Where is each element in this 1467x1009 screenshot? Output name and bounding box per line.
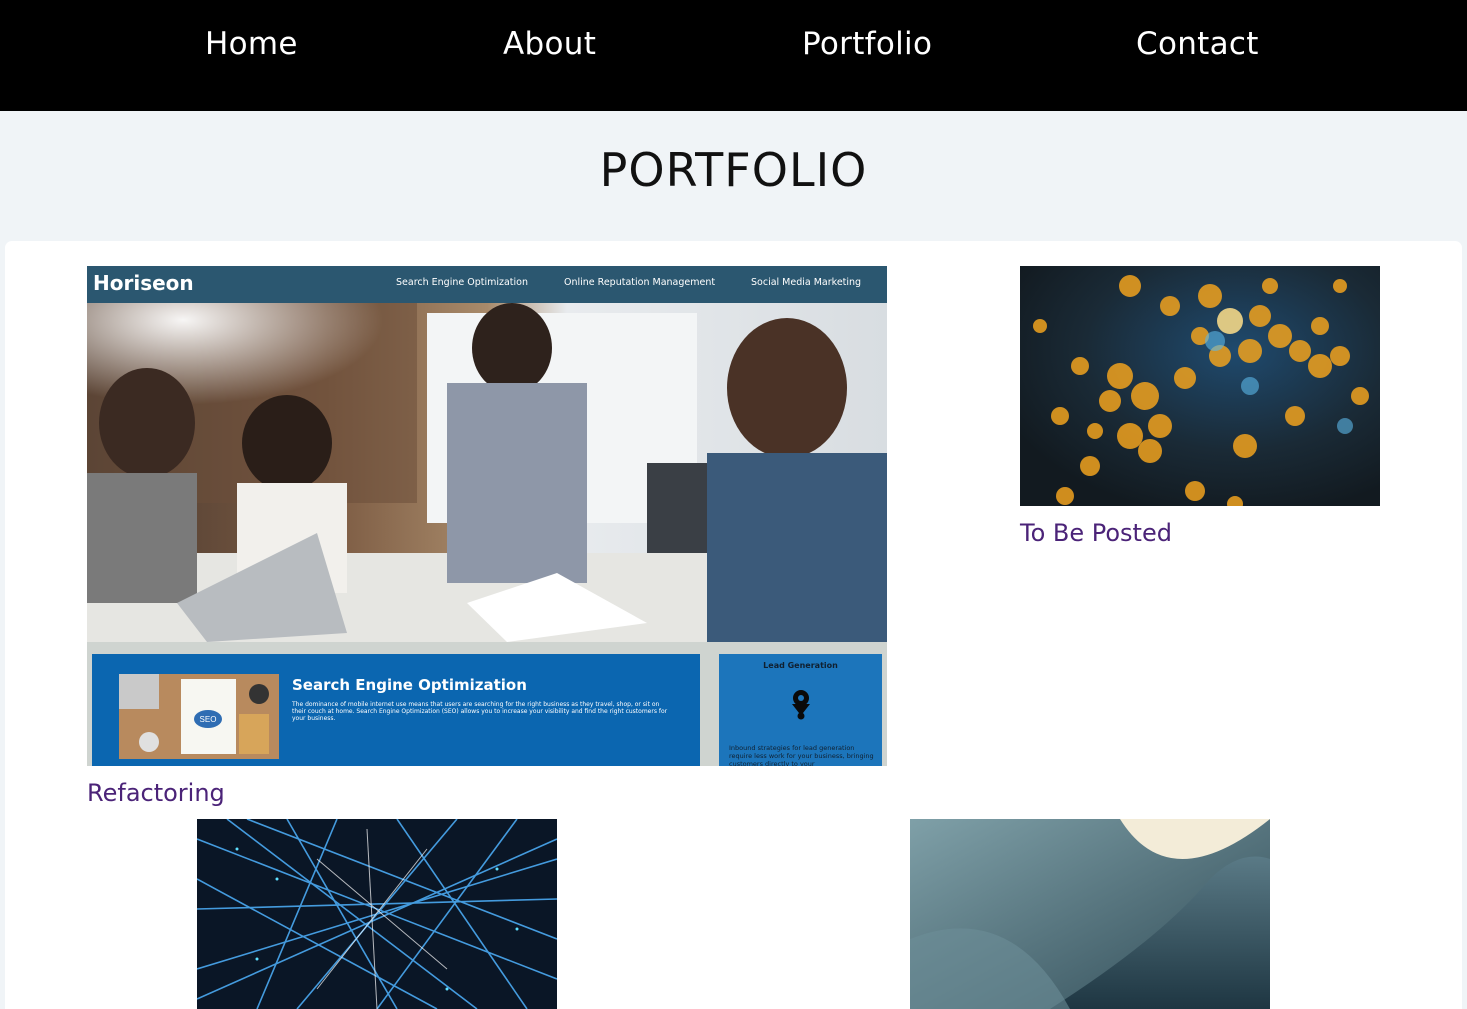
nav-home-link[interactable]: Home <box>205 26 298 62</box>
horiseon-lower-section: SEO Search Engine Optimization The domin… <box>87 642 887 766</box>
horiseon-nav-seo: Search Engine Optimization <box>396 277 529 288</box>
network-project-image[interactable] <box>197 819 557 1009</box>
gear-funnel-icon <box>792 690 810 720</box>
horiseon-header: Horiseon Search Engine Optimization Onli… <box>87 266 887 303</box>
network-lines-image <box>197 819 557 1009</box>
abstract-project-image[interactable] <box>910 819 1270 1009</box>
abstract-curve-image <box>910 819 1270 1009</box>
seo-badge-text: SEO <box>200 715 217 724</box>
top-navbar: Home About Portfolio Contact <box>0 0 1467 111</box>
seo-section-title: Search Engine Optimization <box>292 676 527 694</box>
seo-desk-image: SEO <box>119 674 279 759</box>
nav-contact-link[interactable]: Contact <box>1136 26 1259 62</box>
horiseon-nav-orm: Online Reputation Management <box>564 277 716 288</box>
horiseon-seo-panel: SEO Search Engine Optimization The domin… <box>92 654 700 766</box>
seo-section-text: The dominance of mobile internet use mea… <box>292 701 668 722</box>
nav-portfolio-link[interactable]: Portfolio <box>802 26 932 62</box>
lead-generation-text: Inbound strategies for lead generation r… <box>729 744 874 766</box>
horiseon-logo: Horiseon <box>93 271 194 295</box>
nav-about-link[interactable]: About <box>503 26 596 62</box>
lead-generation-title: Lead Generation <box>763 661 838 670</box>
page-title: PORTFOLIO <box>599 143 868 197</box>
horiseon-nav-smm: Social Media Marketing <box>751 277 862 288</box>
to-be-posted-caption-link[interactable]: To Be Posted <box>1020 519 1172 547</box>
refactoring-project-image[interactable]: Horiseon Search Engine Optimization Onli… <box>87 266 887 766</box>
bokeh-lights-image <box>1020 266 1380 506</box>
to-be-posted-project-image[interactable] <box>1020 266 1380 506</box>
horiseon-hero-image <box>87 303 887 642</box>
portfolio-card: Horiseon Search Engine Optimization Onli… <box>5 241 1462 1009</box>
refactoring-caption-link[interactable]: Refactoring <box>87 779 225 807</box>
horiseon-lead-panel: Lead Generation Inbound strategies for l… <box>719 654 882 766</box>
